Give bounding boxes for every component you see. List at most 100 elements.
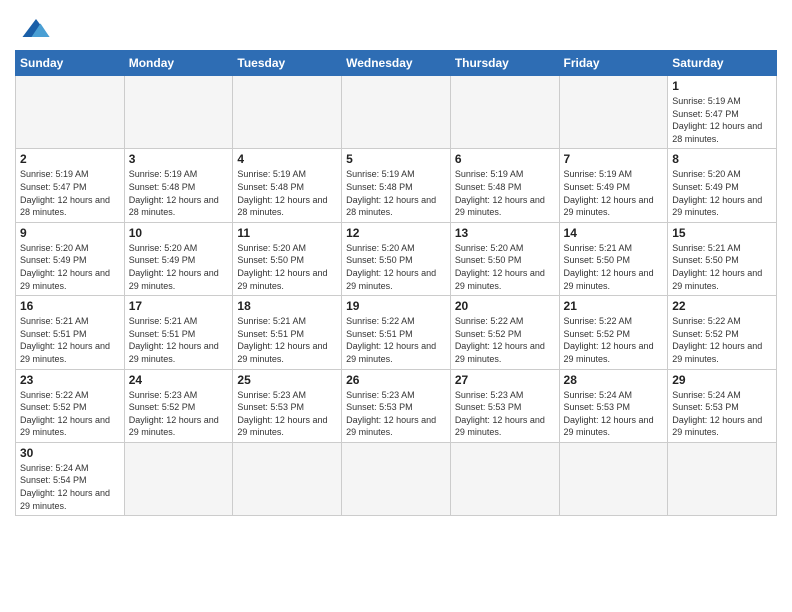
day-number: 5 [346, 152, 446, 166]
day-info: Sunrise: 5:21 AMSunset: 5:51 PMDaylight:… [129, 315, 229, 365]
day-number: 1 [672, 79, 772, 93]
calendar-cell: 3 Sunrise: 5:19 AMSunset: 5:48 PMDaylight… [124, 149, 233, 222]
day-number: 24 [129, 373, 229, 387]
calendar-week-2: 2 Sunrise: 5:19 AMSunset: 5:47 PMDaylight… [16, 149, 777, 222]
day-number: 22 [672, 299, 772, 313]
calendar-cell: 23Sunrise: 5:22 AMSunset: 5:52 PMDayligh… [16, 369, 125, 442]
day-number: 9 [20, 226, 120, 240]
day-header-tuesday: Tuesday [233, 51, 342, 76]
calendar-cell: 13 Sunrise: 5:20 AMSunset: 5:50 PMDayligh… [450, 222, 559, 295]
day-number: 2 [20, 152, 120, 166]
calendar-cell [342, 442, 451, 515]
calendar-cell: 24 Sunrise: 5:23 AMSunset: 5:52 PMDayligh… [124, 369, 233, 442]
calendar-header-row: SundayMondayTuesdayWednesdayThursdayFrid… [16, 51, 777, 76]
day-info: Sunrise: 5:23 AMSunset: 5:52 PMDaylight:… [129, 389, 229, 439]
calendar-cell: 19 Sunrise: 5:22 AMSunset: 5:51 PMDayligh… [342, 296, 451, 369]
day-number: 18 [237, 299, 337, 313]
day-number: 30 [20, 446, 120, 460]
day-number: 10 [129, 226, 229, 240]
calendar-cell: 6 Sunrise: 5:19 AMSunset: 5:48 PMDaylight… [450, 149, 559, 222]
day-info: Sunrise: 5:23 AMSunset: 5:53 PMDaylight:… [346, 389, 446, 439]
calendar-cell [233, 442, 342, 515]
calendar-week-6: 30 Sunrise: 5:24 AMSunset: 5:54 PMDayligh… [16, 442, 777, 515]
day-info: Sunrise: 5:19 AMSunset: 5:49 PMDaylight:… [564, 168, 664, 218]
day-info: Sunrise: 5:20 AMSunset: 5:50 PMDaylight:… [455, 242, 555, 292]
day-info: Sunrise: 5:19 AMSunset: 5:48 PMDaylight:… [237, 168, 337, 218]
day-number: 26 [346, 373, 446, 387]
day-number: 7 [564, 152, 664, 166]
calendar-cell: 5Sunrise: 5:19 AMSunset: 5:48 PMDaylight… [342, 149, 451, 222]
day-info: Sunrise: 5:20 AMSunset: 5:49 PMDaylight:… [129, 242, 229, 292]
logo [15, 14, 54, 42]
calendar-cell: 9Sunrise: 5:20 AMSunset: 5:49 PMDaylight… [16, 222, 125, 295]
day-info: Sunrise: 5:20 AMSunset: 5:49 PMDaylight:… [672, 168, 772, 218]
day-info: Sunrise: 5:22 AMSunset: 5:52 PMDaylight:… [564, 315, 664, 365]
day-number: 11 [237, 226, 337, 240]
day-header-thursday: Thursday [450, 51, 559, 76]
calendar-cell: 14 Sunrise: 5:21 AMSunset: 5:50 PMDayligh… [559, 222, 668, 295]
calendar-cell: 22 Sunrise: 5:22 AMSunset: 5:52 PMDayligh… [668, 296, 777, 369]
calendar-cell: 11Sunrise: 5:20 AMSunset: 5:50 PMDayligh… [233, 222, 342, 295]
day-info: Sunrise: 5:21 AMSunset: 5:50 PMDaylight:… [564, 242, 664, 292]
calendar-cell: 1 Sunrise: 5:19 AMSunset: 5:47 PMDaylight… [668, 76, 777, 149]
calendar-week-1: 1 Sunrise: 5:19 AMSunset: 5:47 PMDaylight… [16, 76, 777, 149]
day-number: 20 [455, 299, 555, 313]
day-info: Sunrise: 5:22 AMSunset: 5:52 PMDaylight:… [672, 315, 772, 365]
day-number: 27 [455, 373, 555, 387]
calendar-cell [16, 76, 125, 149]
day-number: 16 [20, 299, 120, 313]
calendar-cell: 16 Sunrise: 5:21 AMSunset: 5:51 PMDayligh… [16, 296, 125, 369]
day-number: 6 [455, 152, 555, 166]
calendar-cell: 7 Sunrise: 5:19 AMSunset: 5:49 PMDaylight… [559, 149, 668, 222]
calendar-cell: 15 Sunrise: 5:21 AMSunset: 5:50 PMDayligh… [668, 222, 777, 295]
day-number: 28 [564, 373, 664, 387]
calendar-cell: 10 Sunrise: 5:20 AMSunset: 5:49 PMDayligh… [124, 222, 233, 295]
calendar-cell: 30 Sunrise: 5:24 AMSunset: 5:54 PMDayligh… [16, 442, 125, 515]
logo-icon [18, 14, 54, 42]
day-number: 3 [129, 152, 229, 166]
calendar-cell [668, 442, 777, 515]
calendar-cell: 29Sunrise: 5:24 AMSunset: 5:53 PMDayligh… [668, 369, 777, 442]
page-header [15, 10, 777, 42]
calendar-cell [233, 76, 342, 149]
day-number: 25 [237, 373, 337, 387]
day-info: Sunrise: 5:22 AMSunset: 5:52 PMDaylight:… [455, 315, 555, 365]
calendar-cell: 21 Sunrise: 5:22 AMSunset: 5:52 PMDayligh… [559, 296, 668, 369]
day-header-monday: Monday [124, 51, 233, 76]
calendar-cell: 18 Sunrise: 5:21 AMSunset: 5:51 PMDayligh… [233, 296, 342, 369]
day-info: Sunrise: 5:19 AMSunset: 5:47 PMDaylight:… [20, 168, 120, 218]
calendar-cell: 17 Sunrise: 5:21 AMSunset: 5:51 PMDayligh… [124, 296, 233, 369]
day-header-friday: Friday [559, 51, 668, 76]
calendar-week-3: 9 Sunrise: 5:20 AMSunset: 5:49 PMDaylight… [16, 222, 777, 295]
day-info: Sunrise: 5:22 AMSunset: 5:52 PMDaylight:… [20, 389, 120, 439]
calendar-week-4: 16 Sunrise: 5:21 AMSunset: 5:51 PMDayligh… [16, 296, 777, 369]
day-info: Sunrise: 5:24 AMSunset: 5:54 PMDaylight:… [20, 462, 120, 512]
calendar-week-5: 23Sunrise: 5:22 AMSunset: 5:52 PMDayligh… [16, 369, 777, 442]
calendar-cell [559, 76, 668, 149]
day-info: Sunrise: 5:19 AMSunset: 5:48 PMDaylight:… [455, 168, 555, 218]
day-number: 19 [346, 299, 446, 313]
day-info: Sunrise: 5:21 AMSunset: 5:50 PMDaylight:… [672, 242, 772, 292]
day-info: Sunrise: 5:20 AMSunset: 5:50 PMDaylight:… [346, 242, 446, 292]
calendar-cell [450, 442, 559, 515]
day-header-sunday: Sunday [16, 51, 125, 76]
day-number: 17 [129, 299, 229, 313]
calendar-cell: 27Sunrise: 5:23 AMSunset: 5:53 PMDayligh… [450, 369, 559, 442]
day-info: Sunrise: 5:19 AMSunset: 5:48 PMDaylight:… [129, 168, 229, 218]
calendar-cell [450, 76, 559, 149]
calendar-cell [342, 76, 451, 149]
day-info: Sunrise: 5:22 AMSunset: 5:51 PMDaylight:… [346, 315, 446, 365]
day-number: 29 [672, 373, 772, 387]
calendar-table: SundayMondayTuesdayWednesdayThursdayFrid… [15, 50, 777, 516]
calendar-cell: 2 Sunrise: 5:19 AMSunset: 5:47 PMDaylight… [16, 149, 125, 222]
day-number: 21 [564, 299, 664, 313]
day-number: 4 [237, 152, 337, 166]
day-info: Sunrise: 5:24 AMSunset: 5:53 PMDaylight:… [564, 389, 664, 439]
day-info: Sunrise: 5:19 AMSunset: 5:47 PMDaylight:… [672, 95, 772, 145]
calendar-cell [124, 442, 233, 515]
day-info: Sunrise: 5:21 AMSunset: 5:51 PMDaylight:… [20, 315, 120, 365]
day-info: Sunrise: 5:21 AMSunset: 5:51 PMDaylight:… [237, 315, 337, 365]
day-number: 13 [455, 226, 555, 240]
day-number: 15 [672, 226, 772, 240]
day-number: 14 [564, 226, 664, 240]
